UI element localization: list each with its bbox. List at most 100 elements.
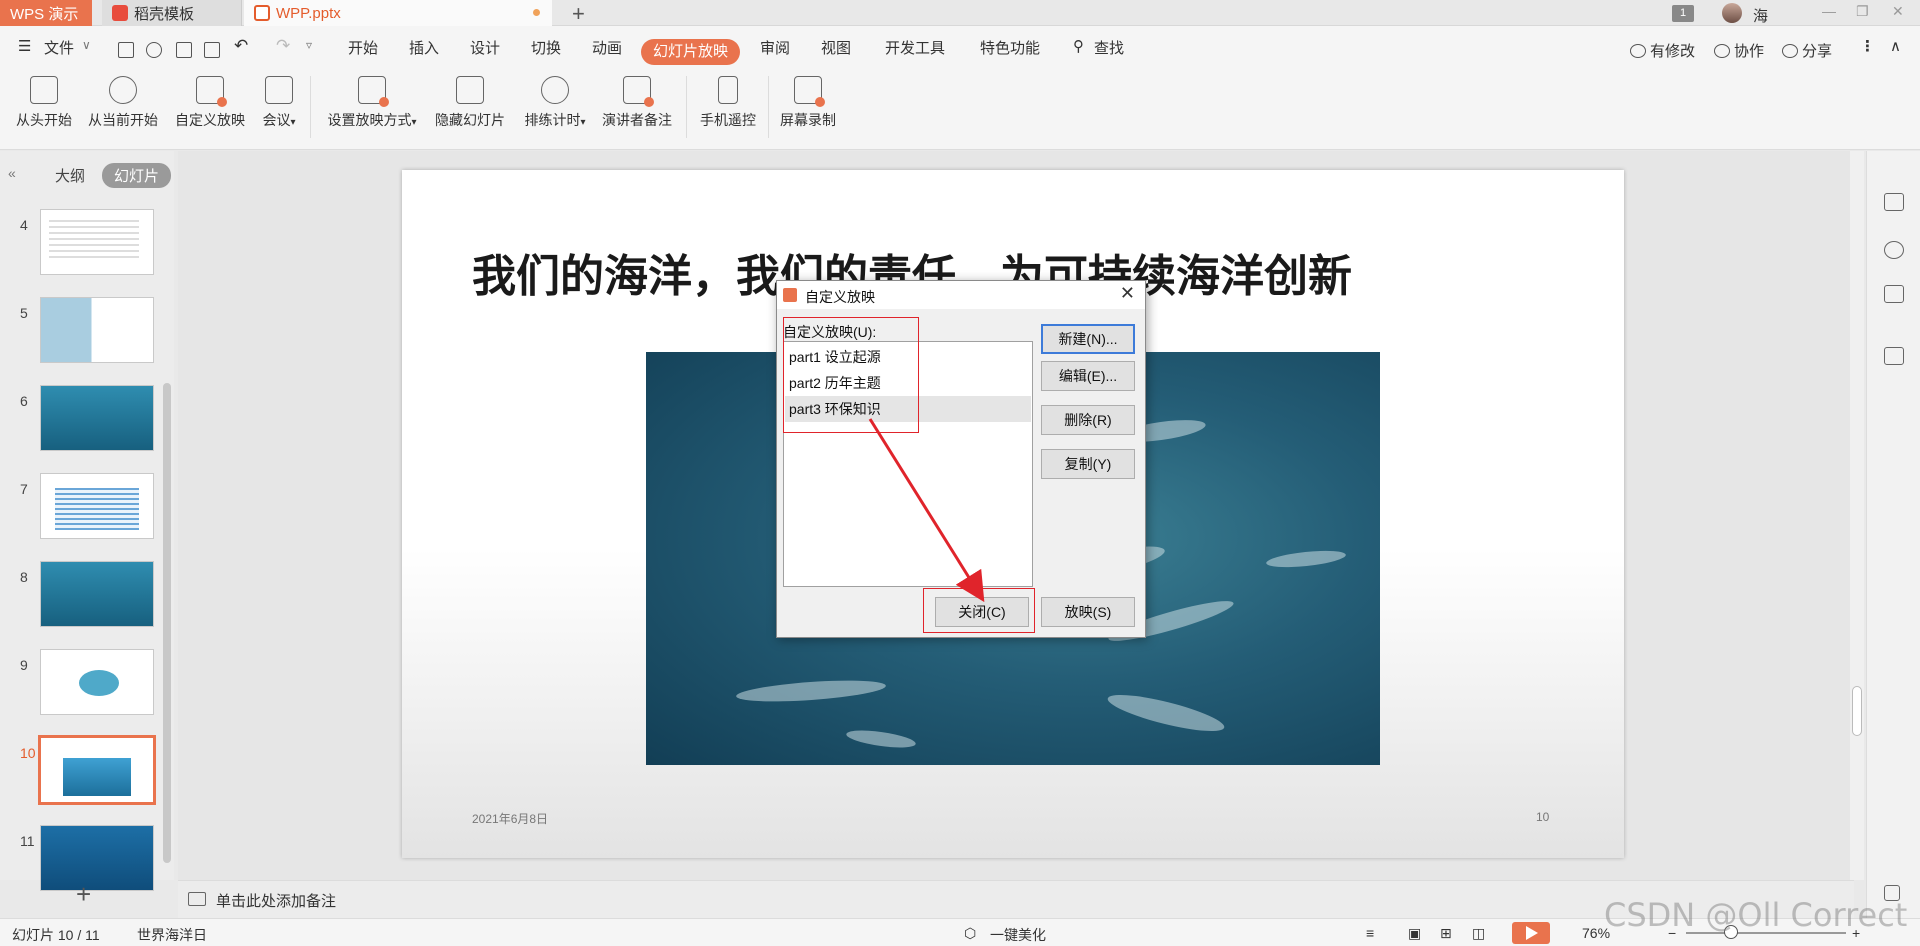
menu-review[interactable]: 审阅 bbox=[760, 37, 790, 58]
presenter-notes-button[interactable]: 演讲者备注 bbox=[598, 74, 676, 130]
cloud-icon bbox=[1630, 43, 1646, 58]
window-count-badge[interactable]: 1 bbox=[1672, 5, 1694, 22]
from-current-button[interactable]: 从当前开始 bbox=[84, 74, 162, 130]
slide-thumbnail-row[interactable]: 4 bbox=[0, 209, 174, 283]
setup-show-button[interactable]: 设置放映方式▾ bbox=[320, 74, 424, 130]
menu-file[interactable]: 文件 bbox=[44, 37, 74, 58]
screen-record-label: 屏幕录制 bbox=[780, 112, 836, 128]
add-slide-plus-icon[interactable]: + bbox=[76, 879, 91, 910]
user-name[interactable]: 海 bbox=[1753, 5, 1768, 26]
custom-show-button[interactable]: 自定义放映 bbox=[172, 74, 248, 130]
properties-icon[interactable] bbox=[1884, 193, 1904, 211]
slide-thumbnail[interactable] bbox=[40, 385, 154, 451]
slide-thumbnail[interactable] bbox=[40, 649, 154, 715]
show-button[interactable]: 放映(S) bbox=[1041, 597, 1135, 627]
slide-thumbnail[interactable] bbox=[40, 297, 154, 363]
save-icon[interactable] bbox=[118, 42, 134, 58]
slide-thumbnail[interactable] bbox=[40, 825, 154, 891]
cube-icon[interactable] bbox=[1884, 347, 1904, 365]
customize-toolbar-icon[interactable]: ▿ bbox=[306, 38, 312, 52]
new-tab-plus-icon[interactable]: + bbox=[572, 1, 585, 27]
menu-transition[interactable]: 切换 bbox=[531, 37, 561, 58]
from-start-button[interactable]: 从头开始 bbox=[12, 74, 76, 130]
rehearse-timing-button[interactable]: 排练计时▾ bbox=[518, 74, 592, 130]
slide-number[interactable]: 10 bbox=[1536, 810, 1549, 824]
slide-thumbnail-row[interactable]: 7 bbox=[0, 473, 174, 547]
menu-find[interactable]: 查找 bbox=[1094, 37, 1124, 58]
print-preview-icon[interactable] bbox=[204, 42, 220, 58]
editor-vertical-scrollbar[interactable] bbox=[1850, 151, 1864, 880]
slide-thumbnail[interactable] bbox=[40, 561, 154, 627]
meeting-button[interactable]: 会议▾ bbox=[258, 74, 300, 130]
beautify-button[interactable]: 一键美化 bbox=[990, 925, 1046, 945]
chevron-down-icon[interactable]: ∨ bbox=[82, 38, 91, 52]
avatar[interactable] bbox=[1722, 3, 1742, 23]
maximize-icon[interactable]: ❐ bbox=[1856, 3, 1869, 20]
undo-icon[interactable]: ↶ bbox=[234, 36, 248, 56]
thumbnail-scrollbar[interactable] bbox=[163, 383, 171, 863]
close-icon[interactable]: ✕ bbox=[1120, 283, 1135, 304]
slide-thumbnail[interactable] bbox=[40, 473, 154, 539]
reading-view-icon[interactable]: ◫ bbox=[1472, 925, 1485, 942]
doc-tab-template[interactable]: 稻壳模板 bbox=[102, 0, 242, 26]
more-icon[interactable]: ⋮ bbox=[1860, 37, 1875, 55]
slide-thumbnail-number: 7 bbox=[20, 481, 28, 497]
slide-date[interactable]: 2021年6月8日 bbox=[472, 810, 548, 827]
collapse-panel-icon[interactable]: « bbox=[8, 165, 16, 181]
slide-thumbnail-number: 8 bbox=[20, 569, 28, 585]
copy-button[interactable]: 复制(Y) bbox=[1041, 449, 1135, 479]
slide-thumbnail-row[interactable]: 10 bbox=[0, 735, 174, 811]
delete-button[interactable]: 删除(R) bbox=[1041, 405, 1135, 435]
minimize-icon[interactable]: — bbox=[1822, 3, 1836, 19]
screen-record-button[interactable]: 屏幕录制 bbox=[776, 74, 840, 130]
phone-remote-button[interactable]: 手机遥控 bbox=[696, 74, 760, 130]
share-button[interactable]: 分享 bbox=[1782, 40, 1832, 61]
hide-slide-button[interactable]: 隐藏幻灯片 bbox=[430, 74, 510, 130]
slide-thumbnail-row[interactable]: 9 bbox=[0, 649, 174, 723]
format-painter-icon[interactable] bbox=[146, 42, 162, 58]
notes-bar[interactable]: 单击此处添加备注 bbox=[178, 880, 1854, 918]
normal-view-icon[interactable]: ▣ bbox=[1408, 925, 1421, 942]
new-button[interactable]: 新建(N)... bbox=[1041, 324, 1135, 354]
notes-placeholder[interactable]: 单击此处添加备注 bbox=[216, 890, 336, 911]
menu-developer[interactable]: 开发工具 bbox=[885, 37, 945, 58]
setup-show-icon bbox=[358, 76, 389, 107]
play-slideshow-button[interactable] bbox=[1512, 922, 1550, 944]
redo-icon[interactable]: ↷ bbox=[276, 36, 290, 56]
dialog-titlebar[interactable]: 自定义放映 ✕ bbox=[777, 281, 1145, 309]
menu-home[interactable]: 开始 bbox=[348, 37, 378, 58]
tab-slides[interactable]: 幻灯片 bbox=[102, 163, 172, 188]
print-icon[interactable] bbox=[176, 42, 192, 58]
hamburger-icon[interactable]: ☰ bbox=[18, 37, 31, 55]
slide-library-icon[interactable] bbox=[1884, 285, 1904, 303]
menu-insert[interactable]: 插入 bbox=[409, 37, 439, 58]
editor-scroll-thumb[interactable] bbox=[1852, 686, 1862, 736]
slide-thumbnail-row[interactable]: 5 bbox=[0, 297, 174, 371]
menu-features[interactable]: 特色功能 bbox=[980, 37, 1040, 58]
phone-remote-label: 手机遥控 bbox=[700, 112, 756, 128]
tab-outline[interactable]: 大纲 bbox=[55, 165, 85, 186]
slide-thumbnail-row[interactable]: 6 bbox=[0, 385, 174, 459]
menu-slideshow[interactable]: 幻灯片放映 bbox=[641, 39, 740, 65]
menu-design[interactable]: 设计 bbox=[470, 37, 500, 58]
slide-sorter-icon[interactable]: ⊞ bbox=[1440, 925, 1452, 942]
collaborate-button[interactable]: 协作 bbox=[1714, 40, 1764, 61]
app-tab[interactable]: WPS 演示 bbox=[0, 0, 92, 26]
changes-button[interactable]: 有修改 bbox=[1630, 40, 1695, 61]
collapse-ribbon-icon[interactable]: ∧ bbox=[1890, 37, 1901, 55]
theme-name[interactable]: 世界海洋日 bbox=[137, 925, 207, 945]
menu-animation[interactable]: 动画 bbox=[592, 37, 622, 58]
unsaved-dot-icon bbox=[533, 9, 540, 16]
edit-button[interactable]: 编辑(E)... bbox=[1041, 361, 1135, 391]
close-window-icon[interactable]: ✕ bbox=[1892, 3, 1904, 20]
slide-thumbnail-row[interactable]: 8 bbox=[0, 561, 174, 635]
beautify-icon[interactable]: ⬡ bbox=[964, 925, 976, 942]
notes-toggle-icon[interactable]: ≡ bbox=[1366, 925, 1374, 941]
search-icon[interactable]: ⚲ bbox=[1073, 37, 1084, 55]
magic-icon[interactable] bbox=[1884, 241, 1904, 259]
slide-thumbnail[interactable] bbox=[40, 209, 154, 275]
doc-tab-label: 稻壳模板 bbox=[134, 5, 195, 23]
doc-tab-pptx[interactable]: WPP.pptx bbox=[244, 0, 552, 26]
slide-thumbnail[interactable] bbox=[38, 735, 156, 805]
menu-view[interactable]: 视图 bbox=[821, 37, 851, 58]
